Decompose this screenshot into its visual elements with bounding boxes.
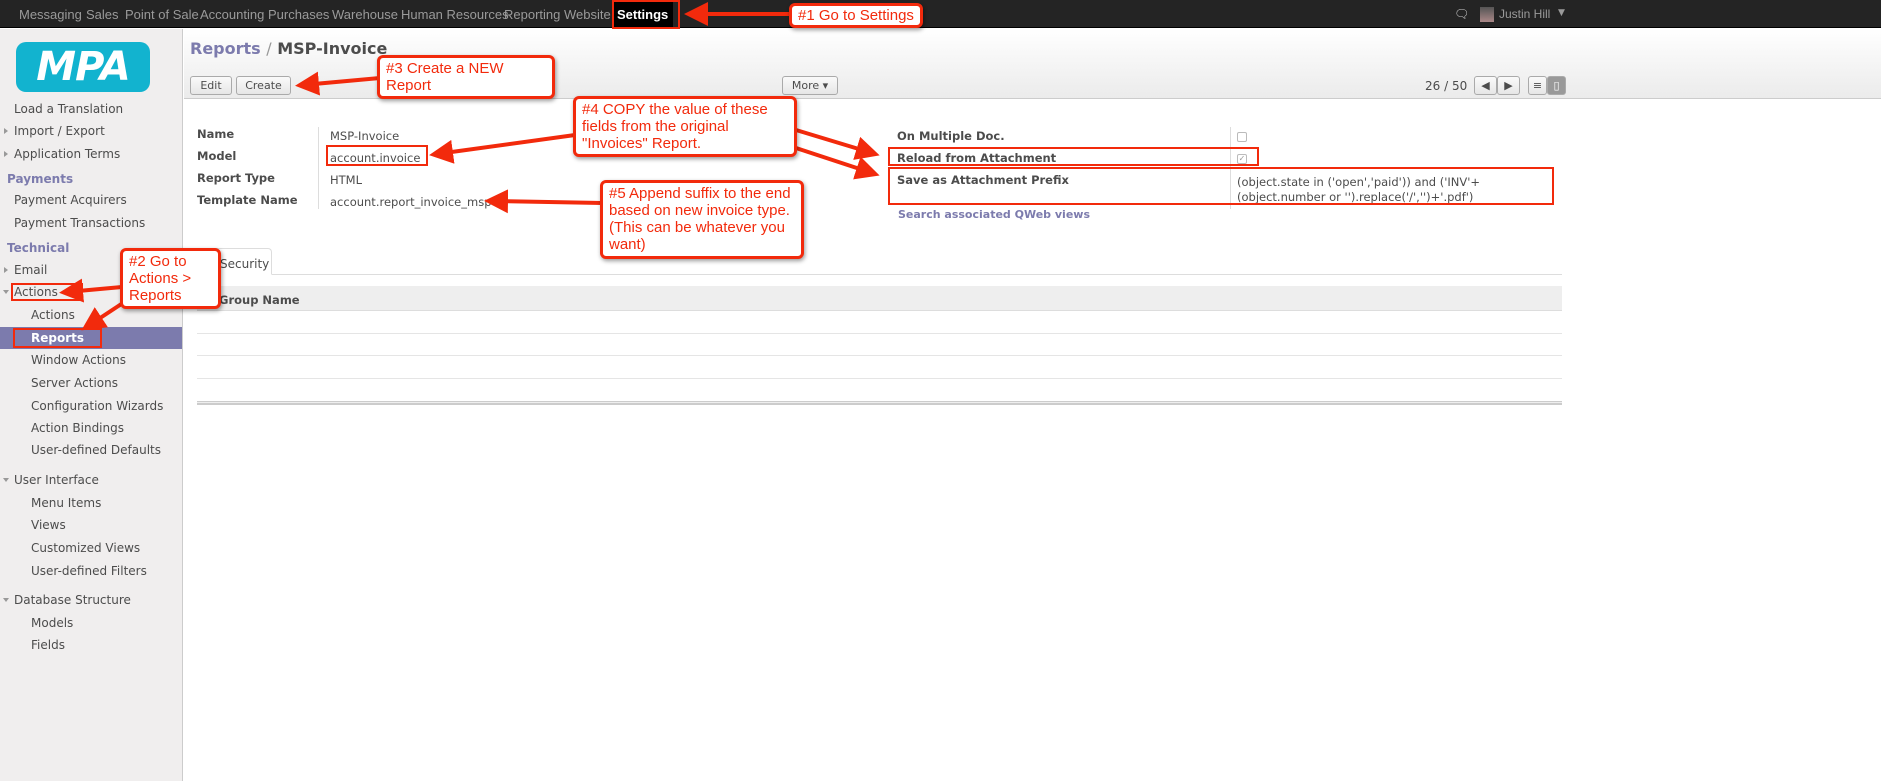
arrow (795, 146, 880, 180)
arrow (484, 189, 603, 214)
annotation-step-1: #1 Go to Settings (789, 3, 923, 28)
arrow (59, 278, 123, 303)
arrow (429, 133, 576, 164)
annotation-step-3: #3 Create a NEW Report (377, 55, 555, 99)
annotation-arrows (59, 2, 880, 331)
arrow (295, 71, 381, 96)
arrow (795, 128, 880, 160)
annotation-step-4: #4 COPY the value of these fields from t… (573, 96, 797, 157)
annotation-step-2: #2 Go to Actions > Reports (120, 248, 221, 309)
annotation-step-5: #5 Append suffix to the end based on new… (600, 180, 804, 259)
